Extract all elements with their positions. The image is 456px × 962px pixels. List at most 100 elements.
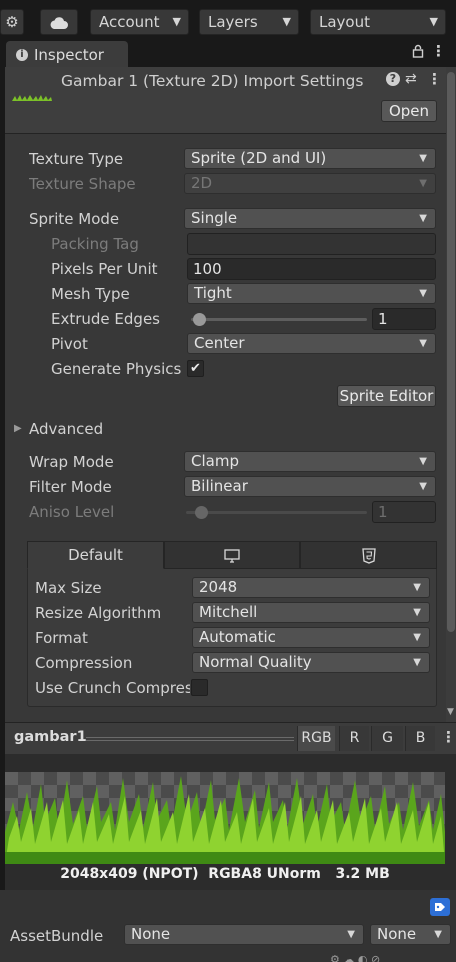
compression-label: Compression — [35, 654, 133, 672]
cloud-icon — [50, 16, 68, 29]
chevron-down-icon: ▼ — [434, 929, 442, 940]
format-label: Format — [35, 629, 88, 647]
layout-label: Layout — [319, 13, 370, 31]
packing-tag-label: Packing Tag — [51, 235, 139, 253]
pixels-per-unit-field[interactable]: 100 — [187, 258, 436, 280]
chevron-down-icon: ▼ — [413, 632, 421, 643]
cloud-button[interactable] — [40, 9, 78, 35]
top-toolbar: ⚙ Account ▼ Layers ▼ Layout ▼ — [0, 0, 456, 43]
status-icons: ⚙ ☁ ◐ ⊘ — [330, 953, 381, 962]
resize-algorithm-label: Resize Algorithm — [35, 604, 162, 622]
format-value: Automatic — [199, 628, 276, 646]
sprite-mode-dropdown[interactable]: Single ▼ — [184, 208, 436, 229]
lock-icon[interactable] — [412, 44, 424, 62]
texture-type-dropdown[interactable]: Sprite (2D and UI) ▼ — [184, 148, 436, 169]
resize-algorithm-dropdown[interactable]: Mitchell ▼ — [192, 602, 430, 623]
extrude-edges-slider-knob[interactable] — [193, 313, 206, 326]
context-menu-icon[interactable]: ⋮ — [427, 70, 442, 88]
asset-variant-dropdown[interactable]: None ▼ — [370, 924, 451, 945]
scroll-down-icon[interactable]: ▼ — [447, 707, 454, 717]
sprite-mode-label: Sprite Mode — [29, 210, 120, 228]
chevron-down-icon: ▼ — [282, 15, 291, 28]
wrap-mode-label: Wrap Mode — [29, 453, 114, 471]
preview-menu-icon[interactable]: ⋮ — [441, 728, 456, 746]
preview-drag-handle[interactable] — [86, 737, 294, 741]
extrude-edges-slider[interactable] — [191, 318, 367, 321]
max-size-dropdown[interactable]: 2048 ▼ — [192, 577, 430, 598]
pivot-dropdown[interactable]: Center ▼ — [187, 333, 436, 354]
mesh-type-dropdown[interactable]: Tight ▼ — [187, 283, 436, 304]
generate-physics-label: Generate Physics S — [51, 360, 184, 378]
aniso-level-label: Aniso Level — [29, 503, 115, 521]
filter-mode-dropdown[interactable]: Bilinear ▼ — [184, 476, 436, 497]
texture-shape-dropdown: 2D ▼ — [184, 173, 436, 194]
tab-inspector[interactable]: i Inspector — [6, 41, 128, 68]
max-size-label: Max Size — [35, 579, 102, 597]
layers-dropdown[interactable]: Layers ▼ — [199, 9, 299, 35]
aniso-level-slider — [186, 511, 367, 514]
collab-gear-icon[interactable]: ⚙ — [0, 9, 24, 35]
extrude-edges-field[interactable]: 1 — [372, 308, 436, 330]
extrude-edges-label: Extrude Edges — [51, 310, 160, 328]
label-tag-icon[interactable] — [430, 898, 450, 916]
grass-sprite-image — [5, 776, 445, 864]
filter-mode-label: Filter Mode — [29, 478, 112, 496]
asset-bundle-label: AssetBundle — [10, 927, 104, 945]
presets-icon[interactable]: ⇄ — [405, 71, 417, 87]
mesh-type-value: Tight — [194, 284, 232, 302]
html5-icon — [361, 547, 376, 564]
chevron-down-icon: ▼ — [347, 929, 355, 940]
chevron-down-icon: ▼ — [419, 153, 427, 164]
help-icon[interactable]: ? — [386, 72, 400, 86]
tab-inspector-label: Inspector — [34, 46, 104, 64]
crunch-compression-checkbox[interactable] — [191, 679, 208, 696]
max-size-value: 2048 — [199, 578, 238, 596]
checkmark-icon: ✔ — [190, 361, 201, 376]
info-icon: i — [16, 49, 28, 61]
channel-rgb-button[interactable]: RGB — [297, 726, 335, 751]
open-button[interactable]: Open — [381, 100, 437, 122]
chevron-down-icon: ▼ — [413, 607, 421, 618]
chevron-down-icon: ▼ — [419, 481, 427, 492]
chevron-down-icon: ▼ — [429, 15, 438, 28]
import-settings-title: Gambar 1 (Texture 2D) Import Settings — [61, 72, 364, 90]
texture-shape-label: Texture Shape — [29, 175, 136, 193]
asset-bundle-value: None — [131, 925, 171, 943]
sprite-mode-value: Single — [191, 209, 238, 227]
texture-type-value: Sprite (2D and UI) — [191, 149, 327, 167]
chevron-down-icon: ▼ — [172, 15, 181, 28]
generate-physics-checkbox[interactable]: ✔ — [187, 360, 204, 377]
wrap-mode-value: Clamp — [191, 452, 239, 470]
wrap-mode-dropdown[interactable]: Clamp ▼ — [184, 451, 436, 472]
asset-variant-value: None — [377, 925, 417, 943]
advanced-foldout-label[interactable]: Advanced — [29, 420, 103, 438]
tab-menu-icon[interactable]: ⋮ — [431, 42, 446, 60]
scrollbar-thumb[interactable] — [447, 72, 455, 632]
texture-info-text: 2048x409 (NPOT) RGBA8 UNorm 3.2 MB — [60, 866, 390, 882]
pivot-label: Pivot — [51, 335, 88, 353]
asset-bundle-dropdown[interactable]: None ▼ — [124, 924, 364, 945]
channel-g-button[interactable]: G — [371, 726, 403, 751]
channel-b-button[interactable]: B — [405, 726, 435, 751]
chevron-down-icon: ▼ — [419, 213, 427, 224]
account-label: Account — [99, 13, 160, 31]
crunch-compression-label: Use Crunch Compres — [35, 679, 190, 697]
channel-r-button[interactable]: R — [339, 726, 369, 751]
texture-thumbnail — [12, 90, 52, 101]
tab-webgl-platform[interactable] — [300, 541, 437, 569]
tab-default-platform[interactable]: Default — [27, 541, 164, 569]
aniso-level-slider-knob — [195, 506, 208, 519]
layout-dropdown[interactable]: Layout ▼ — [310, 9, 446, 35]
texture-shape-value: 2D — [191, 174, 213, 192]
foldout-arrow-icon[interactable]: ▶ — [14, 423, 22, 434]
chevron-down-icon: ▼ — [413, 657, 421, 668]
tab-standalone-platform[interactable] — [164, 541, 300, 569]
preview-title: gambar1 — [14, 729, 87, 745]
sprite-editor-button[interactable]: Sprite Editor — [337, 385, 436, 407]
account-dropdown[interactable]: Account ▼ — [90, 9, 189, 35]
aniso-level-field: 1 — [372, 501, 436, 523]
texture-type-label: Texture Type — [29, 150, 124, 168]
compression-dropdown[interactable]: Normal Quality ▼ — [192, 652, 430, 673]
format-dropdown[interactable]: Automatic ▼ — [192, 627, 430, 648]
pivot-value: Center — [194, 334, 245, 352]
